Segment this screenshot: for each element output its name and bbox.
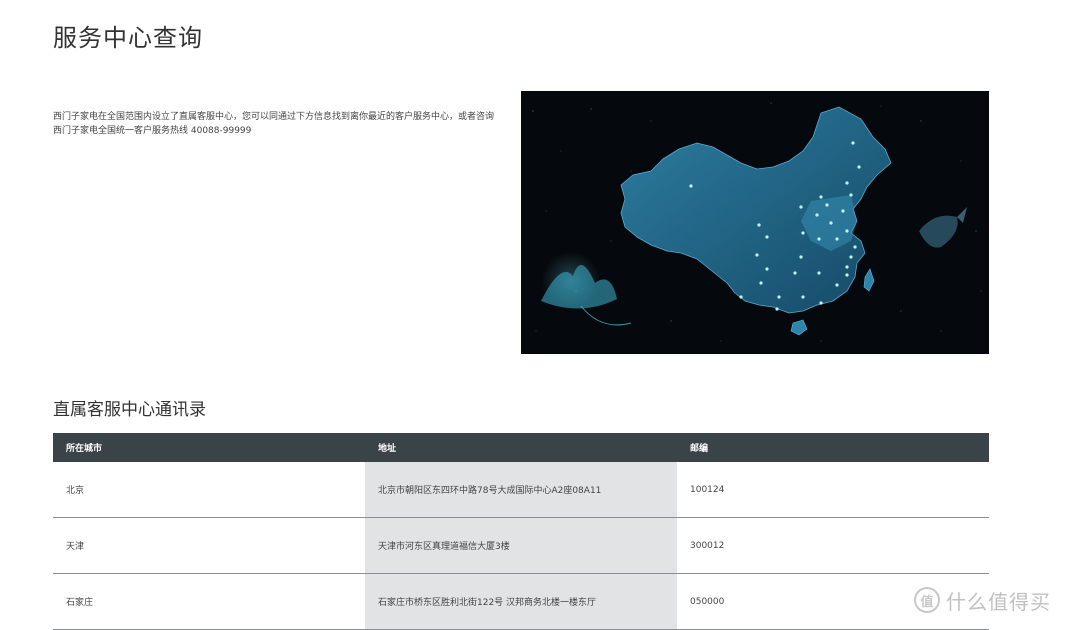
address-cell: 北京市朝阳区东四环中路78号大成国际中心A2座08A11 bbox=[365, 462, 677, 518]
table-row: 北京 北京市朝阳区东四环中路78号大成国际中心A2座08A11 100124 bbox=[53, 462, 989, 518]
intro-text: 西门子家电在全国范围内设立了直属客服中心，您可以同通过下方信息找到离你最近的客户… bbox=[53, 112, 495, 136]
table-row: 天津 天津市河东区真理道福信大厦3楼 300012 bbox=[53, 517, 989, 574]
watermark: 值 什么值得买 bbox=[914, 585, 1051, 615]
city-cell: 石家庄 bbox=[53, 573, 365, 630]
fish-decoration bbox=[919, 207, 967, 248]
address-cell: 石家庄市桥东区胜利北街122号 汉邦商务北楼一楼东厅 bbox=[365, 573, 677, 630]
postcode-cell: 100124 bbox=[677, 462, 989, 518]
table-row: 石家庄 石家庄市桥东区胜利北街122号 汉邦商务北楼一楼东厅 050000 bbox=[53, 573, 989, 630]
watermark-text: 什么值得买 bbox=[946, 589, 1051, 614]
address-cell: 天津市河东区真理道福信大厦3楼 bbox=[365, 517, 677, 574]
taiwan-island-shape bbox=[863, 268, 875, 292]
city-cell: 天津 bbox=[53, 517, 365, 574]
directory-title: 直属客服中心通讯录 bbox=[53, 400, 206, 420]
watermark-logo: 值 bbox=[914, 587, 940, 613]
column-header-postcode: 邮编 bbox=[677, 433, 989, 462]
service-map-image bbox=[521, 91, 989, 354]
service-center-table: 所在城市 地址 邮编 北京 北京市朝阳区东四环中路78号大成国际中心A2座08A… bbox=[53, 433, 989, 630]
hainan-island-shape bbox=[790, 319, 808, 336]
column-header-city: 所在城市 bbox=[53, 433, 365, 462]
postcode-cell: 300012 bbox=[677, 517, 989, 574]
table-header-row: 所在城市 地址 邮编 bbox=[53, 433, 989, 462]
column-header-address: 地址 bbox=[365, 433, 677, 462]
city-cell: 北京 bbox=[53, 462, 365, 518]
page-title: 服务中心查询 bbox=[53, 24, 203, 52]
lotus-glow-decoration bbox=[541, 251, 632, 326]
